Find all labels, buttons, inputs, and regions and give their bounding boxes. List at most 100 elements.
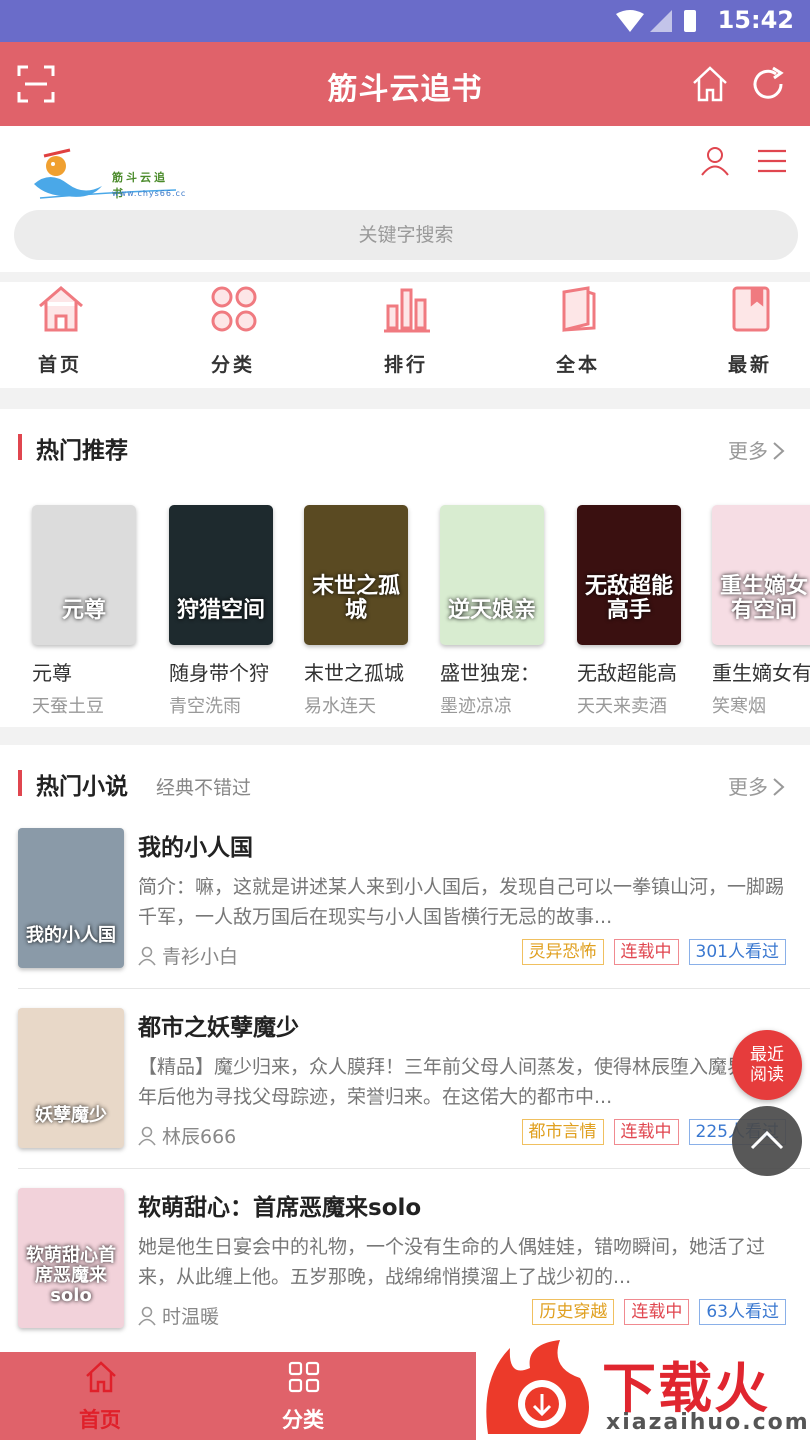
status-tag: 连载中 (613, 939, 679, 965)
section-accent-bar (18, 434, 22, 460)
novel-cover: 我的小人国 (18, 828, 124, 968)
novel-cover: 妖孽魔少 (18, 1008, 124, 1148)
views-tag: 63人看过 (699, 1299, 786, 1325)
category-tag: 灵异恐怖 (521, 939, 604, 965)
cover-title: 重生嫡女有空间 (719, 574, 808, 623)
nav-item-complete[interactable]: 全本 (518, 282, 638, 388)
novel-title: 软萌甜心：首席恶魔来solo (138, 1195, 422, 1221)
section-header: 热门小说 经典不错过 更多 (0, 745, 810, 825)
back-to-top-button[interactable] (732, 1106, 802, 1176)
novel-description: 【精品】魔少归来，众人膜拜！三年前父母人间蒸发，使得林辰堕入魔界，三年后他为寻找… (138, 1056, 785, 1108)
novel-tags: 灵异恐怖 连载中 301人看过 (512, 939, 786, 965)
menu-icon[interactable] (756, 148, 788, 174)
refresh-icon[interactable] (748, 64, 788, 104)
site-logo[interactable]: 筋斗云追书 www.chys66.cc (30, 140, 185, 202)
book-author: 墨迹凉凉 (440, 696, 512, 717)
nav-item-latest[interactable]: 最新 (690, 282, 810, 388)
grid-icon (288, 1361, 320, 1393)
battery-icon (684, 10, 696, 32)
book-author: 易水连天 (304, 696, 376, 717)
chevron-right-icon (773, 442, 785, 460)
complete-icon (562, 286, 596, 332)
category-tag: 都市言情 (521, 1119, 604, 1145)
more-link[interactable]: 更多 (728, 771, 786, 800)
section-title: 热门小说 (36, 774, 128, 800)
divider (18, 1168, 810, 1169)
cover-title: 无敌超能高手 (584, 574, 673, 623)
book-author: 天天来卖酒 (577, 696, 667, 717)
book-title: 重生嫡女有 (712, 661, 810, 685)
tab-category[interactable]: 分类 (203, 1352, 403, 1440)
hot-novels-section: 热门小说 经典不错过 更多 我的小人国 我的小人国 简介：嘛，这就是讲述某人来到小人… (0, 745, 810, 1352)
book-card[interactable]: 逆天娘亲盛世独宠： 墨迹凉凉 (440, 505, 572, 725)
watermark-url: xiazaihuo.com (606, 1410, 810, 1435)
book-card[interactable]: 狩猎空间随身带个狩青空洗雨 (169, 505, 301, 725)
book-title: 元尊 (32, 661, 72, 685)
cover-title: 逆天娘亲 (447, 598, 536, 623)
user-icon (138, 946, 156, 966)
home-icon (86, 1361, 116, 1393)
book-card[interactable]: 元尊 元尊 天蚕土豆 (32, 505, 164, 725)
novel-description: 她是他生日宴会中的礼物，一个没有生命的人偶娃娃，错吻瞬间，她活了过来，从此缠上他… (138, 1236, 766, 1288)
user-icon[interactable] (700, 146, 730, 176)
book-author: 天蚕土豆 (32, 696, 104, 717)
home-icon (39, 286, 83, 332)
hot-recommend-section: 热门推荐 更多 元尊 元尊 天蚕土豆 狩猎空间 随身带个狩 青空洗雨 末世之孤城 末世之孤城易… (0, 409, 810, 727)
recent-reading-button[interactable]: 最近 阅读 (732, 1030, 802, 1100)
latest-icon (732, 286, 770, 332)
nav-item-home[interactable]: 首页 (0, 282, 120, 388)
signal-icons (616, 10, 696, 32)
cell-signal-icon (650, 10, 672, 32)
novel-title: 我的小人国 (138, 835, 253, 861)
novel-author: 林辰666 (138, 1122, 236, 1149)
book-title: 盛世独宠： (440, 661, 540, 685)
cover-title: 妖孽魔少 (35, 1105, 107, 1126)
book-cover: 无敌超能高手 (577, 505, 681, 645)
search-input[interactable]: 关键字搜索 (14, 210, 798, 260)
novel-list-item[interactable]: 妖孽魔少 都市之妖孽魔少 【精品】魔少归来，众人膜拜！三年前父母人间蒸发，使得林辰堕… (0, 1008, 810, 1188)
book-cover: 逆天娘亲 (440, 505, 544, 645)
book-cover: 狩猎空间 (169, 505, 273, 645)
section-header: 热门推荐 更多 (0, 409, 810, 489)
book-card[interactable]: 重生嫡女有空间重生嫡女有笑寒烟 (712, 505, 810, 725)
clock: 15:42 (717, 6, 794, 34)
section-accent-bar (18, 770, 22, 796)
book-title: 无敌超能高 (577, 661, 677, 685)
status-bar: 15:42 (0, 0, 810, 42)
category-icon (211, 286, 257, 332)
chevron-right-icon (773, 778, 785, 796)
chevron-up-icon (750, 1130, 784, 1150)
novel-list-item[interactable]: 我的小人国 我的小人国 简介：嘛，这就是讲述某人来到小人国后，发现自己可以一拳镇山河… (0, 828, 810, 1008)
views-tag: 301人看过 (688, 939, 786, 965)
book-cover: 重生嫡女有空间 (712, 505, 810, 645)
wifi-icon (616, 10, 644, 32)
novel-author: 青衫小白 (138, 942, 238, 969)
more-link[interactable]: 更多 (728, 435, 786, 464)
nav-item-ranking[interactable]: 排行 (346, 282, 466, 388)
watermark: 下载火 xiazaihuo.com (476, 1336, 810, 1440)
book-title: 末世之孤城 (304, 661, 404, 685)
logo-url: www.chys66.cc (112, 189, 187, 198)
category-tag: 历史穿越 (532, 1299, 615, 1325)
book-author: 青空洗雨 (169, 696, 241, 717)
tab-home[interactable]: 首页 (0, 1352, 200, 1440)
user-icon (138, 1126, 156, 1146)
book-title: 随身带个狩 (169, 661, 269, 685)
nav-item-category[interactable]: 分类 (173, 282, 293, 388)
book-card[interactable]: 末世之孤城 末世之孤城 易水连天 (304, 505, 436, 725)
app-title: 筋斗云追书 (327, 72, 483, 107)
novel-tags: 历史穿越 连载中 63人看过 (522, 1299, 786, 1325)
home-icon[interactable] (690, 64, 730, 104)
status-tag: 连载中 (624, 1299, 690, 1325)
book-cover: 末世之孤城 (304, 505, 408, 645)
nav-grid: 首页 分类 排行 全本 最新 (0, 282, 810, 388)
divider (18, 988, 810, 989)
cover-title: 元尊 (61, 598, 106, 623)
novel-description: 简介：嘛，这就是讲述某人来到小人国后，发现自己可以一拳镇山河，一脚踢千军，一人敌… (138, 876, 785, 928)
book-cover: 元尊 (32, 505, 136, 645)
novel-author: 时温暖 (138, 1302, 219, 1329)
book-card[interactable]: 无敌超能高手无敌超能高天天来卖酒 (577, 505, 709, 725)
cover-title: 末世之孤城 (311, 574, 400, 623)
ranking-icon (384, 288, 430, 333)
book-author: 笑寒烟 (712, 696, 766, 717)
